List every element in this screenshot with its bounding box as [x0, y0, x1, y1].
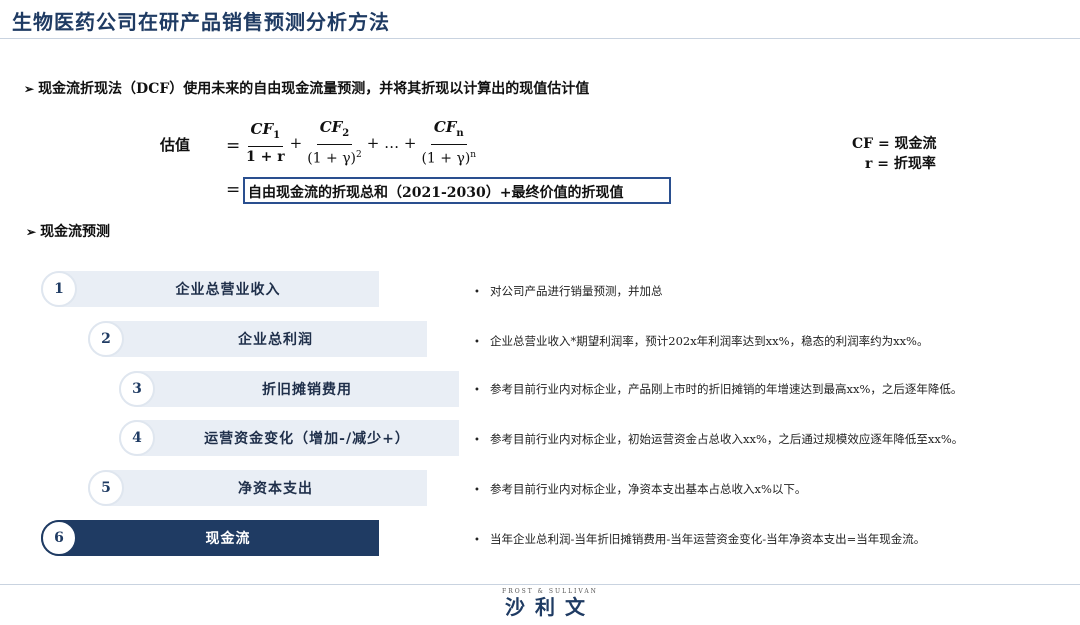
fraction-term-2: CF2 (1 + γ)2: [307, 118, 362, 169]
step-5-label: 净资本支出: [238, 481, 313, 497]
arrow-bullet-icon: ➢: [24, 82, 35, 96]
term2-exponent: 2: [356, 149, 362, 160]
bullet-dot-icon: •: [474, 337, 480, 348]
step-4-description-text: 参考目前行业内对标企业，初始运营资金占总收入xx%，之后通过规模效应逐年降低至x…: [490, 432, 964, 446]
termn-exponent: n: [470, 149, 477, 160]
step-3-description-text: 参考目前行业内对标企业，产品刚上市时的折旧摊销的年增速达到最高xx%，之后逐年降…: [490, 382, 963, 396]
legend-cf: CF = 现金流: [852, 136, 937, 152]
termn-subscript: n: [456, 127, 464, 139]
step-6-bar: 6 现金流: [41, 520, 379, 556]
dcf-formula: CF1 1 + r + CF2 (1 + γ)2 + … + CFn (1 + …: [243, 118, 479, 168]
step-1-description: • 对公司产品进行销量预测，并加总: [474, 283, 663, 299]
step-4-number: 4: [119, 420, 155, 456]
term1-subscript: 1: [273, 129, 281, 141]
equals-sign-2: =: [226, 180, 241, 200]
step-4-label: 运营资金变化（增加-/减少+）: [204, 431, 410, 447]
step-6-label: 现金流: [205, 531, 251, 547]
arrow-bullet-icon: ➢: [26, 225, 37, 239]
term2-numerator: CF: [319, 117, 343, 136]
bullet-dot-icon: •: [474, 385, 480, 396]
step-4-bar: 4 运营资金变化（增加-/减少+）: [119, 420, 459, 456]
step-1-bar: 1 企业总营业收入: [41, 271, 379, 307]
termn-denominator: (1 + γ): [421, 150, 471, 167]
step-2-description: • 企业总营业收入*期望利润率，预计202x年利润率达到xx%，稳态的利润率约为x…: [474, 333, 928, 349]
bullet-dot-icon: •: [474, 485, 480, 496]
logo-english: FROST & SULLIVAN: [502, 588, 598, 595]
step-6-description-text: 当年企业总利润-当年折旧摊销费用-当年运营资金变化-当年净资本支出=当年现金流。: [490, 532, 926, 546]
step-1-label: 企业总营业收入: [175, 282, 281, 298]
step-2-label: 企业总利润: [238, 332, 313, 348]
step-3-description: • 参考目前行业内对标企业，产品刚上市时的折旧摊销的年增速达到最高xx%，之后逐年…: [474, 381, 962, 397]
term1-numerator: CF: [250, 119, 274, 138]
fraction-term-n: CFn (1 + γ)n: [421, 118, 476, 169]
fraction-term-1: CF1 1 + r: [246, 120, 285, 167]
step-3-number: 3: [119, 371, 155, 407]
step-6-description: • 当年企业总利润-当年折旧摊销费用-当年运营资金变化-当年净资本支出=当年现金流…: [474, 531, 925, 547]
valuation-label: 估值: [160, 136, 191, 154]
step-5-description-text: 参考目前行业内对标企业，净资本支出基本占总收入x%以下。: [490, 482, 807, 496]
title-divider: [0, 38, 1080, 39]
formula-legend: CF = 现金流 r = 折现率: [852, 134, 937, 174]
bullet-dot-icon: •: [474, 435, 480, 446]
bullet-dot-icon: •: [474, 287, 480, 298]
step-2-bar: 2 企业总利润: [88, 321, 427, 357]
footer-divider: [0, 584, 1080, 585]
step-6-number: 6: [41, 520, 77, 556]
step-2-number: 2: [88, 321, 124, 357]
ellipsis-sign: + … +: [366, 134, 417, 152]
termn-numerator: CF: [433, 117, 457, 136]
dcf-bullet-text: 现金流折现法（DCF）使用未来的自由现金流量预测，并将其折现以计算出的现值估计值: [38, 81, 590, 97]
equals-sign: =: [226, 136, 241, 156]
frost-sullivan-logo: FROST & SULLIVAN 沙利文: [480, 588, 620, 619]
dcf-bullet: ➢ 现金流折现法（DCF）使用未来的自由现金流量预测，并将其折现以计算出的现值估计…: [24, 78, 589, 98]
step-3-bar: 3 折旧摊销费用: [119, 371, 459, 407]
logo-chinese: 沙利文: [505, 595, 595, 619]
step-1-number: 1: [41, 271, 77, 307]
step-4-description: • 参考目前行业内对标企业，初始运营资金占总收入xx%，之后通过规模效应逐年降低至…: [474, 431, 963, 447]
formula-summary-box: 自由现金流的折现总和（2021-2030）+最终价值的折现值: [243, 177, 671, 204]
step-5-bar: 5 净资本支出: [88, 470, 427, 506]
term2-denominator: (1 + γ): [307, 150, 357, 167]
page-title: 生物医药公司在研产品销售预测分析方法: [12, 10, 390, 34]
step-2-description-text: 企业总营业收入*期望利润率，预计202x年利润率达到xx%，稳态的利润率约为xx…: [490, 334, 929, 348]
legend-r: r = 折现率: [865, 156, 936, 172]
term2-subscript: 2: [342, 127, 350, 139]
forecast-bullet-text: 现金流预测: [40, 224, 111, 240]
term1-denominator: 1 + r: [246, 148, 285, 165]
step-5-number: 5: [88, 470, 124, 506]
step-5-description: • 参考目前行业内对标企业，净资本支出基本占总收入x%以下。: [474, 481, 806, 497]
step-1-description-text: 对公司产品进行销量预测，并加总: [490, 284, 663, 298]
plus-sign: +: [289, 134, 303, 152]
bullet-dot-icon: •: [474, 535, 480, 546]
forecast-bullet: ➢ 现金流预测: [26, 221, 110, 241]
step-3-label: 折旧摊销费用: [262, 382, 352, 398]
